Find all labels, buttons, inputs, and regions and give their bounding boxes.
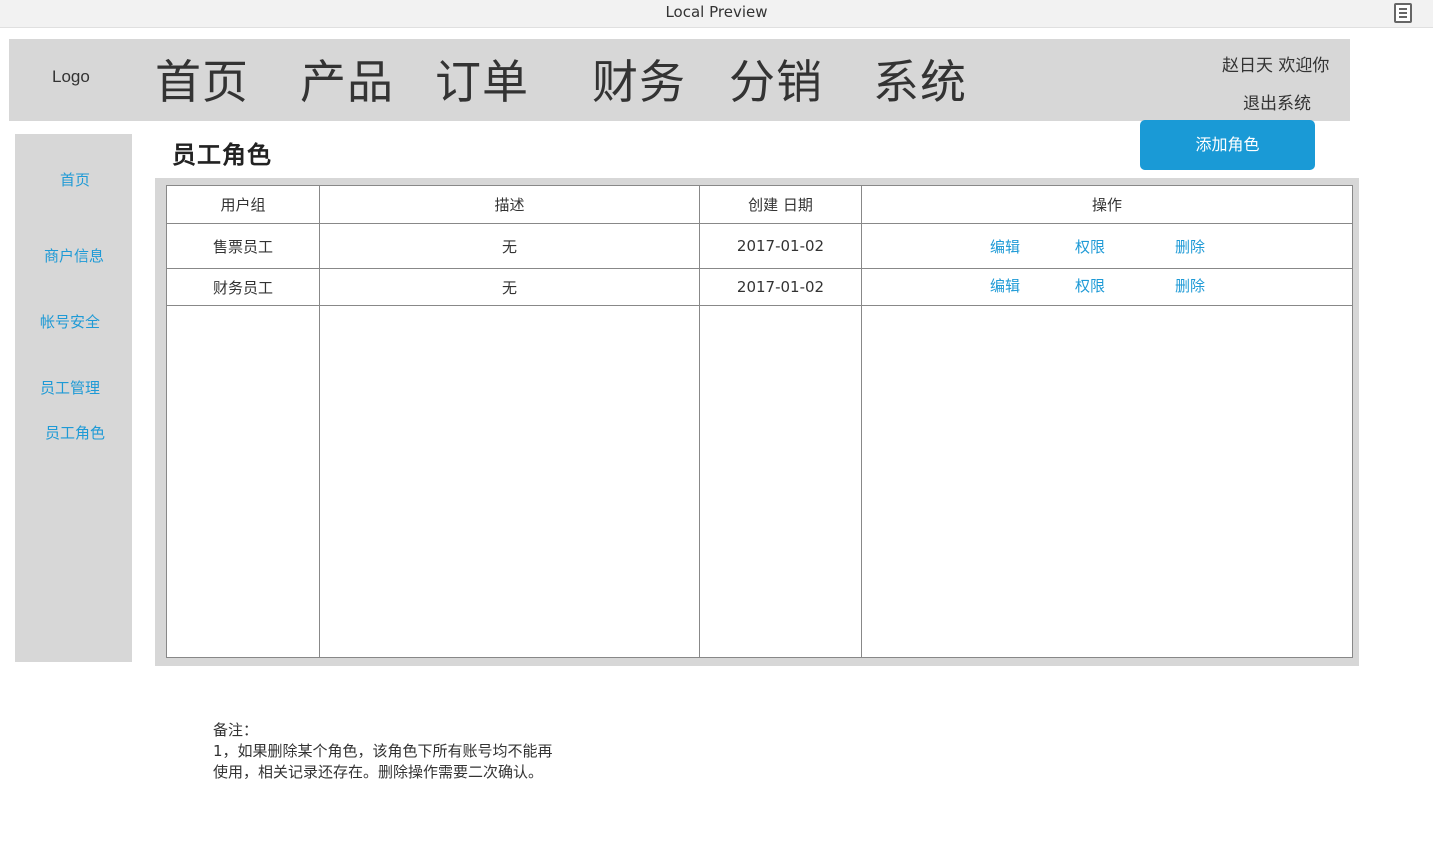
permissions-link[interactable]: 权限: [1075, 236, 1105, 257]
cell-actions: 编辑 权限 删除: [861, 268, 1353, 306]
sidebar-item-staff-management[interactable]: 员工管理: [40, 377, 100, 398]
user-greeting: 赵日天 欢迎你: [1222, 56, 1330, 76]
column-header-group: 用户组: [166, 185, 320, 224]
roles-table: 用户组 描述 创建 日期 操作 售票员工 无 2017-01-02 编辑 权限 …: [166, 185, 1353, 658]
table-row: 售票员工 无 2017-01-02 编辑 权限 删除: [166, 223, 1353, 269]
column-header-created-date: 创建 日期: [699, 185, 862, 224]
sidebar: 首页 商户信息 帐号安全 员工管理 员工角色: [15, 134, 132, 662]
cell-actions: 编辑 权限 删除: [861, 223, 1353, 269]
column-header-actions: 操作: [861, 185, 1353, 224]
edit-link[interactable]: 编辑: [990, 275, 1020, 296]
nav-products[interactable]: 产品: [300, 53, 394, 111]
table-row: 财务员工 无 2017-01-02 编辑 权限 删除: [166, 268, 1353, 306]
logo: Logo: [52, 67, 90, 86]
sidebar-item-home[interactable]: 首页: [60, 169, 90, 190]
nav-system[interactable]: 系统: [873, 53, 967, 111]
document-lines-icon[interactable]: [1394, 3, 1412, 23]
cell-date: 2017-01-02: [699, 268, 862, 306]
roles-table-panel: 用户组 描述 创建 日期 操作 售票员工 无 2017-01-02 编辑 权限 …: [155, 178, 1359, 666]
sidebar-item-staff-roles[interactable]: 员工角色: [45, 422, 105, 443]
nav-finance[interactable]: 财务: [592, 53, 686, 111]
cell-group: 售票员工: [166, 223, 320, 269]
cell-description: 无: [319, 268, 700, 306]
window-titlebar: Local Preview: [0, 0, 1433, 28]
sidebar-item-account-security[interactable]: 帐号安全: [40, 311, 100, 332]
edit-link[interactable]: 编辑: [990, 236, 1020, 257]
delete-link[interactable]: 删除: [1175, 236, 1205, 257]
permissions-link[interactable]: 权限: [1075, 275, 1105, 296]
empty-table-row: [166, 305, 1353, 658]
delete-link[interactable]: 删除: [1175, 275, 1205, 296]
notes-line: 使用，相关记录还存在。删除操作需要二次确认。: [213, 763, 544, 781]
notes-block: 备注： 1，如果删除某个角色，该角色下所有账号均不能再 使用，相关记录还存在。删…: [213, 720, 553, 783]
cell-date: 2017-01-02: [699, 223, 862, 269]
nav-orders[interactable]: 订单: [435, 53, 529, 111]
window-title: Local Preview: [665, 3, 768, 21]
notes-heading: 备注：: [213, 721, 259, 739]
top-header: Logo 首页 产品 订单 财务 分销 系统 赵日天 欢迎你 退出系统: [9, 39, 1350, 121]
column-header-description: 描述: [319, 185, 700, 224]
sidebar-item-merchant-info[interactable]: 商户信息: [44, 245, 104, 266]
add-role-button[interactable]: 添加角色: [1140, 120, 1315, 170]
logout-link[interactable]: 退出系统: [1243, 89, 1311, 114]
page-title: 员工角色: [172, 141, 272, 169]
cell-description: 无: [319, 223, 700, 269]
nav-home[interactable]: 首页: [155, 53, 249, 111]
nav-distribution[interactable]: 分销: [729, 53, 823, 111]
table-header-row: 用户组 描述 创建 日期 操作: [166, 185, 1353, 224]
notes-line: 1，如果删除某个角色，该角色下所有账号均不能再: [213, 742, 553, 760]
cell-group: 财务员工: [166, 268, 320, 306]
